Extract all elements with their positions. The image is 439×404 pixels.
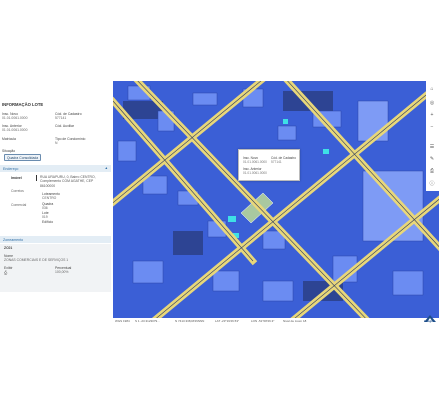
zone-percentual-field: Percentual 100,00% — [55, 266, 71, 275]
quadra-value: 036 — [42, 206, 48, 211]
endereco-section-header[interactable]: Endereço ▲ — [0, 165, 111, 172]
map-view[interactable] — [113, 81, 439, 318]
popup-insc-anterior-value: 01.01.0061.0000 — [243, 171, 267, 175]
zone-code: ZC01 — [4, 246, 13, 250]
popup-cod-value: 577141 — [271, 160, 282, 164]
panel-title: INFORMAÇÃO LOTE — [2, 102, 44, 107]
tipo-condominio-value: N — [55, 141, 58, 146]
endereco-header-label: Endereço — [3, 166, 19, 171]
cod-cadastro-field: Cód. de Cadastro 577141 — [55, 112, 82, 121]
situacao-field: Situação — [2, 149, 15, 153]
loteamento-field: Loteamento CENTRO — [42, 192, 60, 201]
status-coord-1: S 1 -23.3123079... — [135, 319, 160, 323]
popup-cod: Cód. de Cadastro 577141 — [271, 156, 296, 164]
insc-novo-value: 01.01.0061.0000 — [2, 116, 28, 121]
measure-icon[interactable]: ✎ — [428, 155, 436, 163]
address-text: RUA URAPURU, 0, Bairro CENTRO, Complemen… — [40, 175, 96, 188]
map-status-bar: WGS 1984 S 1 -23.3123079... N 7413.338,R… — [113, 318, 439, 324]
active-tab-indicator — [36, 175, 37, 181]
insc-anterior-field: Insc. Anterior 01.01.0061.0000 — [2, 124, 27, 133]
edificio-field: Edifício — [42, 220, 53, 224]
zoom-out-icon[interactable]: − — [428, 123, 436, 131]
zone-nome-value: ZONAS COMERCIAIS E DE SERVIÇOS 1 — [4, 258, 69, 263]
zoneamento-header-label: Zoneamento — [3, 237, 24, 242]
target-icon[interactable]: ◎ — [428, 99, 436, 107]
map-toolbar: ⌂ ◎ + − ☰ ✎ ⎙ ⓘ — [426, 81, 439, 191]
status-lon: LON -51°08'26.3" — [251, 319, 275, 323]
logo-text: Labgis — [424, 319, 434, 323]
loteamento-value: CENTRO — [42, 196, 57, 201]
zoneamento-section-header[interactable]: Zoneamento — [0, 236, 111, 243]
matricula-label: Matrícula — [2, 137, 16, 141]
lote-field: Lote 019 — [42, 211, 49, 220]
tab-correios[interactable]: Correios — [11, 189, 24, 193]
zone-exibir-field: Exibir ⎙ — [4, 266, 12, 275]
tab-imovel[interactable]: Imóvel — [11, 176, 22, 180]
lote-value: 019 — [42, 215, 48, 220]
quadra-field: Quadra 036 — [42, 202, 53, 211]
zone-nome-field: Nome ZONAS COMERCIAIS E DE SERVIÇOS 1 — [4, 254, 68, 263]
edificio-label: Edifício — [42, 220, 54, 224]
satellite-map — [113, 81, 439, 318]
situacao-badge: Quadra Consolidada — [4, 154, 42, 162]
insc-novo-field: Insc. Novo 01.01.0061.0000 — [2, 112, 27, 121]
chevron-up-icon: ▲ — [104, 166, 108, 171]
situacao-label: Situação — [2, 149, 16, 153]
status-coord-2: N 7413.338,RNNNNN — [175, 319, 205, 323]
tab-comercial[interactable]: Comercial — [11, 203, 26, 207]
layers-icon[interactable]: ☰ — [428, 143, 436, 151]
cod-auxiliar-label: Cód. Auxiliar — [55, 124, 75, 128]
tipo-condominio-field: Tipo de Condomínio N — [55, 137, 85, 146]
popup-insc-novo-value: 01.01.0061.0000 — [243, 160, 267, 164]
print-map-icon[interactable]: ⎙ — [428, 167, 436, 175]
popup-insc-novo: Insc. Novo 01.01.0061.0000 — [243, 156, 267, 164]
cod-cadastro-value: 577141 — [55, 116, 67, 121]
popup-insc-anterior: Insc. Anterior 01.01.0061.0000 — [243, 167, 267, 175]
status-zoom: Nível de zoom 18 — [283, 319, 307, 323]
insc-anterior-value: 01.01.0061.0000 — [2, 128, 28, 133]
zoom-in-icon[interactable]: + — [428, 111, 436, 119]
status-lat: LAT -23°19'26.53" — [215, 319, 240, 323]
zoneamento-card: ZC01 Nome ZONAS COMERCIAIS E DE SERVIÇOS… — [0, 244, 111, 292]
tipo-condominio-label: Tipo de Condomínio — [55, 137, 86, 141]
home-icon[interactable]: ⌂ — [428, 85, 436, 93]
info-icon[interactable]: ⓘ — [428, 179, 436, 187]
print-icon[interactable]: ⎙ — [4, 270, 12, 275]
cod-auxiliar-field: Cód. Auxiliar — [55, 124, 74, 128]
info-panel: INFORMAÇÃO LOTE Insc. Novo 01.01.0061.00… — [0, 98, 113, 298]
status-datum: WGS 1984 — [115, 319, 130, 323]
zone-percentual-value: 100,00% — [55, 270, 69, 275]
lot-popup: Insc. Novo 01.01.0061.0000 Cód. de Cadas… — [238, 149, 300, 181]
matricula-field: Matrícula — [2, 137, 16, 141]
